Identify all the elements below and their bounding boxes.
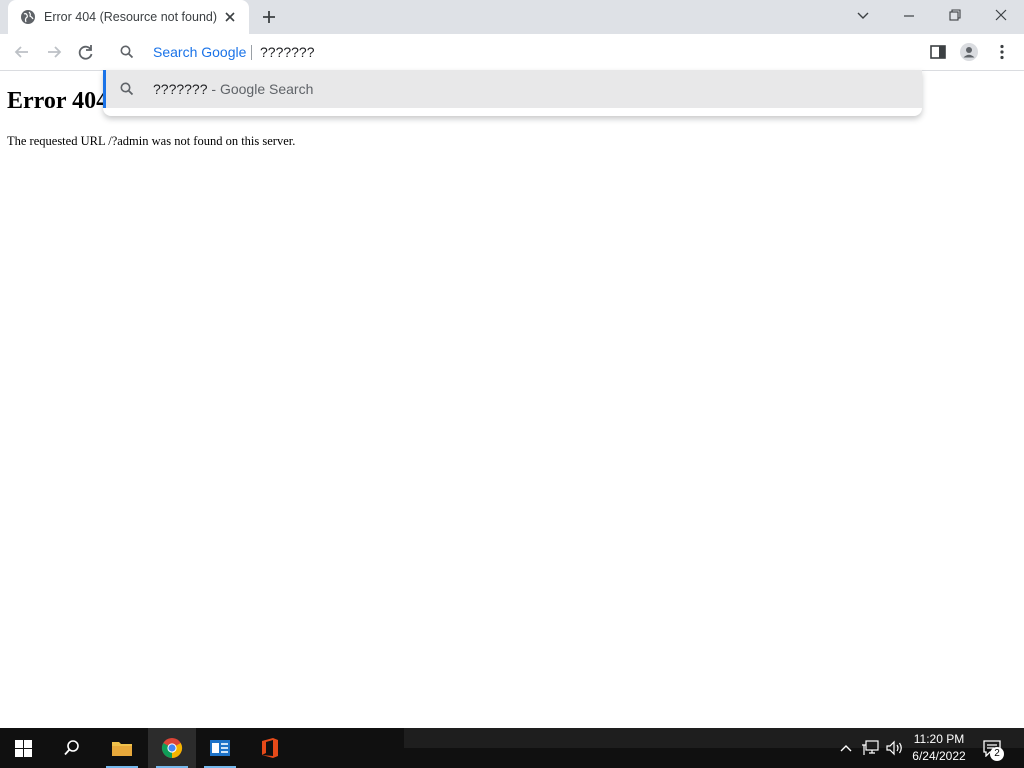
close-window-icon[interactable] xyxy=(990,6,1012,26)
back-icon[interactable] xyxy=(12,42,32,62)
suggestion-query: ??????? xyxy=(153,81,208,97)
suggestion-text: ??????? - Google Search xyxy=(153,81,313,97)
taskbar xyxy=(0,728,1024,768)
chevron-up-icon[interactable] xyxy=(838,740,854,756)
address-bar[interactable]: Search Google ??????? xyxy=(103,34,922,70)
tab-strip: Error 404 (Resource not found) xyxy=(0,0,1024,34)
side-panel-icon[interactable] xyxy=(928,42,948,62)
new-tab-icon[interactable] xyxy=(260,8,278,26)
taskbar-app[interactable] xyxy=(196,728,244,768)
search-icon xyxy=(120,45,134,59)
notification-count-badge: 2 xyxy=(990,747,1004,761)
close-tab-icon[interactable] xyxy=(222,9,238,25)
profile-avatar-icon[interactable] xyxy=(959,42,979,62)
start-button[interactable] xyxy=(0,728,48,768)
office-icon xyxy=(262,738,278,758)
chrome-icon xyxy=(161,738,183,759)
screen: Error 404 (Resource not found) Error 404… xyxy=(0,0,1024,768)
clock-time[interactable]: 11:20 PM xyxy=(900,732,978,746)
taskbar-chrome[interactable] xyxy=(148,728,196,768)
start-icon xyxy=(15,740,32,757)
minimize-icon[interactable] xyxy=(898,6,920,26)
tab-search-chevron-icon[interactable] xyxy=(852,6,874,26)
tab-title: Error 404 (Resource not found) xyxy=(44,10,218,24)
search-icon xyxy=(120,82,134,96)
page-message: The requested URL /?admin was not found … xyxy=(7,134,296,148)
taskbar-office[interactable] xyxy=(246,728,294,768)
clock-date[interactable]: 6/24/2022 xyxy=(900,749,978,763)
restore-icon[interactable] xyxy=(944,6,966,26)
selection-indicator xyxy=(103,70,106,108)
search-icon xyxy=(64,740,79,756)
taskbar-search-button[interactable] xyxy=(48,728,96,768)
forward-icon[interactable] xyxy=(44,42,64,62)
suggestion-item[interactable]: ??????? - Google Search xyxy=(103,70,922,108)
app-icon xyxy=(210,740,230,756)
menu-kebab-icon[interactable] xyxy=(992,42,1012,62)
omnibox-dropdown: ??????? - Google Search xyxy=(103,70,922,116)
omnibox-keyword: Search Google xyxy=(153,44,247,60)
file-explorer-icon xyxy=(112,742,132,756)
globe-icon xyxy=(21,10,35,24)
suggestion-suffix: - Google Search xyxy=(207,81,314,97)
network-icon[interactable] xyxy=(861,739,880,757)
taskbar-file-explorer[interactable] xyxy=(98,728,146,768)
tab-active[interactable]: Error 404 (Resource not found) xyxy=(8,0,249,34)
page-heading: Error 404 xyxy=(7,88,109,114)
omnibox-input-text[interactable]: ??????? xyxy=(260,44,315,60)
omnibox-separator xyxy=(251,45,252,60)
reload-icon[interactable] xyxy=(76,42,96,62)
